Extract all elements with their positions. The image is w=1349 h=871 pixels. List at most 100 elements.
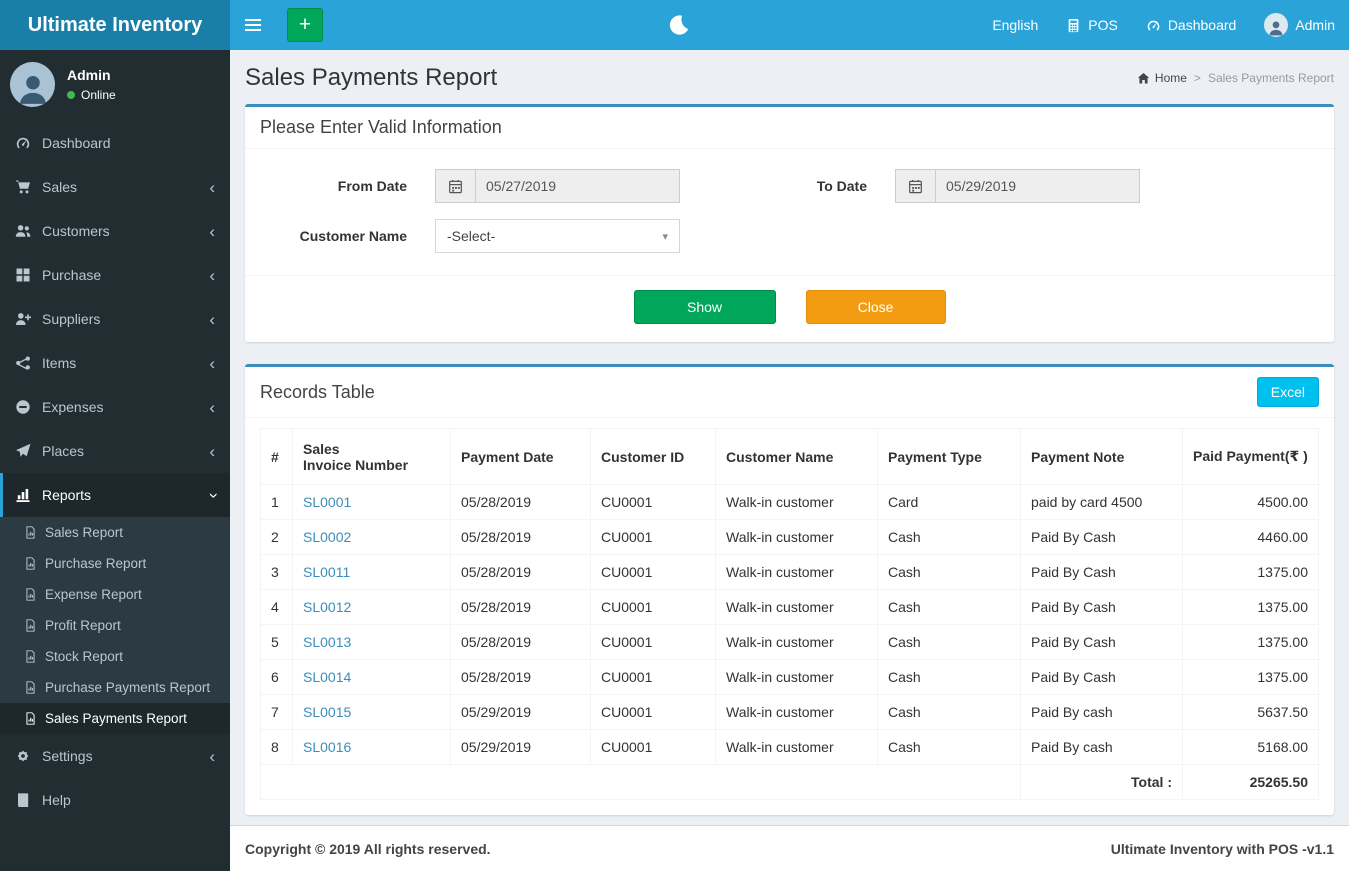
customer-id-cell: CU0001 <box>590 624 716 660</box>
to-date-input[interactable] <box>935 169 1140 203</box>
chevron-down-icon: ‹ <box>202 492 222 498</box>
invoice-cell: SL0014 <box>292 659 451 695</box>
sidebar-menu: Dashboard Sales ‹ Customers ‹ Purchase ‹… <box>0 121 230 822</box>
sidebar-item-items[interactable]: Items ‹ <box>0 341 230 385</box>
paid-amount-cell: 4500.00 <box>1182 484 1319 520</box>
payment-note-cell: Paid By Cash <box>1020 519 1183 555</box>
invoice-link[interactable]: SL0015 <box>303 704 351 720</box>
table-row: 6 SL0014 05/28/2019 CU0001 Walk-in custo… <box>260 659 1319 695</box>
to-date-group <box>895 169 1140 203</box>
app-logo[interactable]: Ultimate Inventory <box>0 0 230 50</box>
sidebar-user-name: Admin <box>67 67 111 83</box>
payment-note-cell: Paid By Cash <box>1020 554 1183 590</box>
sidebar-item-help[interactable]: Help <box>0 778 230 822</box>
pos-link[interactable]: POS <box>1052 0 1132 50</box>
table-row: 3 SL0011 05/28/2019 CU0001 Walk-in custo… <box>260 554 1319 590</box>
submenu-item-expense-report[interactable]: Expense Report <box>0 579 230 610</box>
sidebar-item-label: Purchase <box>42 267 102 283</box>
payment-type-cell: Cash <box>877 554 1021 590</box>
submenu-item-stock-report[interactable]: Stock Report <box>0 641 230 672</box>
paid-amount-cell: 1375.00 <box>1182 554 1319 590</box>
row-number: 6 <box>260 659 293 695</box>
user-menu[interactable]: Admin <box>1250 0 1349 50</box>
invoice-cell: SL0013 <box>292 624 451 660</box>
sidebar-user-panel: Admin Online <box>0 50 230 121</box>
payment-type-cell: Cash <box>877 729 1021 765</box>
customer-id-cell: CU0001 <box>590 484 716 520</box>
file-icon <box>24 712 37 725</box>
sidebar-item-dashboard[interactable]: Dashboard <box>0 121 230 165</box>
excel-export-button[interactable]: Excel <box>1256 377 1319 407</box>
chevron-left-icon: ‹ <box>209 353 215 373</box>
person-icon <box>1267 19 1285 37</box>
calculator-icon <box>1066 18 1081 33</box>
submenu-item-label: Purchase Payments Report <box>45 680 211 695</box>
calendar-icon[interactable] <box>895 169 935 203</box>
invoice-link[interactable]: SL0011 <box>303 564 350 580</box>
home-icon <box>1137 72 1150 85</box>
customer-name-label: Customer Name <box>299 228 407 244</box>
submenu-item-sales-payments-report[interactable]: Sales Payments Report <box>0 703 230 734</box>
sidebar-item-sales[interactable]: Sales ‹ <box>0 165 230 209</box>
records-panel-header: Records Table Excel <box>245 367 1334 418</box>
invoice-link[interactable]: SL0016 <box>303 739 351 755</box>
language-menu[interactable]: English <box>978 0 1052 50</box>
show-button[interactable]: Show <box>633 290 776 324</box>
payment-date-cell: 05/29/2019 <box>450 694 591 730</box>
invoice-link[interactable]: SL0014 <box>303 669 351 685</box>
sidebar-item-reports[interactable]: Reports ‹ <box>0 473 230 517</box>
sidebar-item-places[interactable]: Places ‹ <box>0 429 230 473</box>
cart-icon <box>15 179 31 195</box>
app-window: Ultimate Inventory + English POS Dashboa… <box>0 0 1349 871</box>
gears-icon <box>15 748 31 764</box>
invoice-link[interactable]: SL0001 <box>303 494 351 510</box>
sidebar-item-settings[interactable]: Settings ‹ <box>0 734 230 778</box>
content: Sales Payments Report Home > Sales Payme… <box>230 50 1349 825</box>
breadcrumb-separator: > <box>1193 71 1201 85</box>
to-date-label: To Date <box>816 178 867 194</box>
customer-id-cell: CU0001 <box>590 519 716 555</box>
row-number: 5 <box>260 624 293 660</box>
invoice-link[interactable]: SL0002 <box>303 529 351 545</box>
payment-type-cell: Cash <box>877 519 1021 555</box>
sidebar-item-purchase[interactable]: Purchase ‹ <box>0 253 230 297</box>
submenu-item-profit-report[interactable]: Profit Report <box>0 610 230 641</box>
customer-name-cell: Walk-in customer <box>715 694 878 730</box>
calendar-icon[interactable] <box>435 169 475 203</box>
dashboard-link[interactable]: Dashboard <box>1132 0 1251 50</box>
breadcrumb-home-link[interactable]: Home <box>1137 71 1187 85</box>
sidebar-item-expenses[interactable]: Expenses ‹ <box>0 385 230 429</box>
total-label: Total : <box>1020 764 1183 800</box>
from-date-input[interactable] <box>475 169 680 203</box>
sidebar-item-suppliers[interactable]: Suppliers ‹ <box>0 297 230 341</box>
filter-panel-header: Please Enter Valid Information <box>245 107 1334 149</box>
submenu-item-sales-report[interactable]: Sales Report <box>0 517 230 548</box>
submenu-item-purchase-payments-report[interactable]: Purchase Payments Report <box>0 672 230 703</box>
gauge-icon <box>15 135 31 151</box>
records-panel: Records Table Excel # Sales Invoice Numb… <box>245 364 1334 815</box>
column-header-customer-id: Customer ID <box>590 428 716 485</box>
top-navbar: + English POS Dashboard Admin <box>230 0 1349 50</box>
close-button[interactable]: Close <box>805 290 946 324</box>
records-table: # Sales Invoice Number Payment Date Cust… <box>260 428 1319 800</box>
file-icon <box>24 681 37 694</box>
paid-amount-cell: 1375.00 <box>1182 659 1319 695</box>
invoice-link[interactable]: SL0013 <box>303 634 351 650</box>
book-icon <box>15 792 31 808</box>
invoice-cell: SL0016 <box>292 729 451 765</box>
page-title: Sales Payments Report <box>245 64 498 91</box>
column-header-paid-payment: Paid Payment(₹ ) <box>1182 428 1319 485</box>
sidebar-toggle-button[interactable] <box>230 0 275 50</box>
payment-type-cell: Card <box>877 484 1021 520</box>
payment-date-cell: 05/28/2019 <box>450 554 591 590</box>
invoice-link[interactable]: SL0012 <box>303 599 351 615</box>
row-number: 3 <box>260 554 293 590</box>
avatar <box>10 62 55 107</box>
content-header: Sales Payments Report Home > Sales Payme… <box>245 50 1334 104</box>
sidebar-item-customers[interactable]: Customers ‹ <box>0 209 230 253</box>
customer-select[interactable]: -Select- ▾ <box>435 219 680 253</box>
table-row: 4 SL0012 05/28/2019 CU0001 Walk-in custo… <box>260 589 1319 625</box>
quick-add-button[interactable]: + <box>287 8 323 42</box>
submenu-item-purchase-report[interactable]: Purchase Report <box>0 548 230 579</box>
payment-type-cell: Cash <box>877 694 1021 730</box>
